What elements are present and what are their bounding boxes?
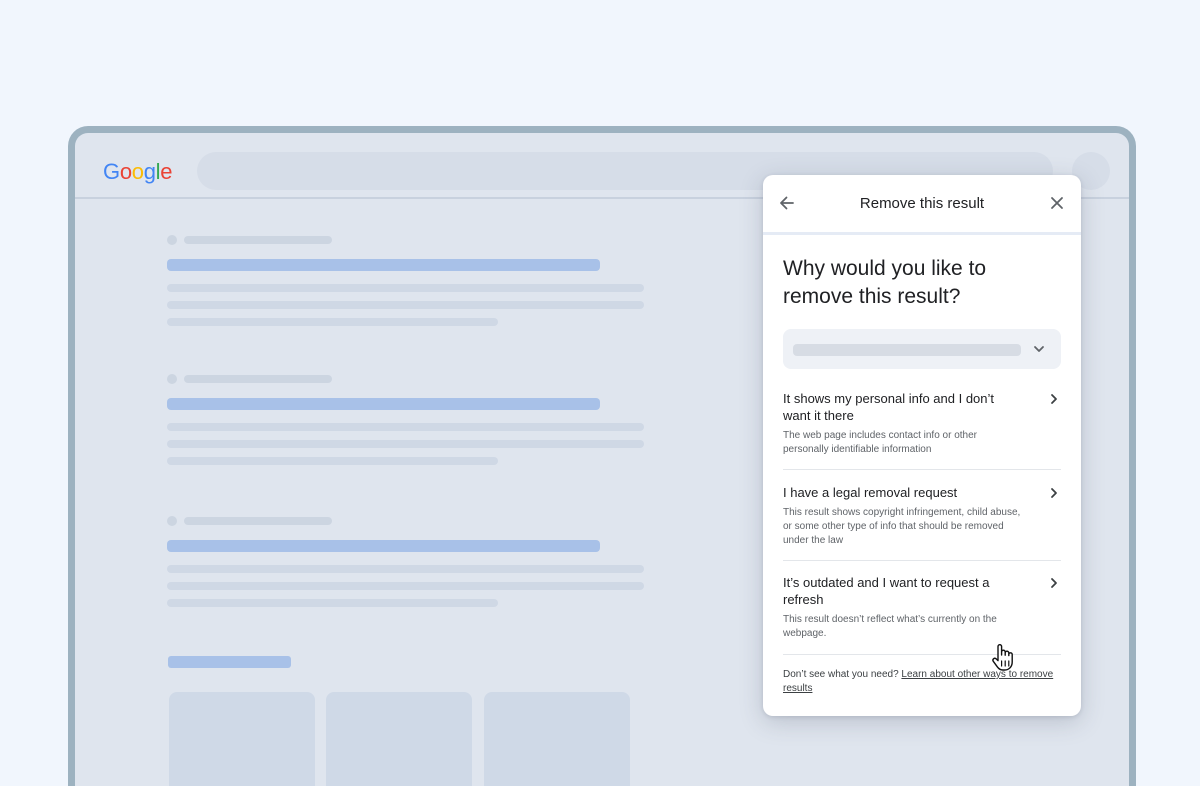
result-snippet-placeholder xyxy=(167,423,644,431)
logo-letter: o xyxy=(131,159,144,184)
result-snippet-placeholder xyxy=(167,599,498,607)
close-icon xyxy=(1051,197,1063,209)
result-favicon xyxy=(167,235,177,245)
logo-letter: e xyxy=(160,159,173,184)
reason-dropdown[interactable] xyxy=(783,329,1061,369)
divider xyxy=(783,469,1061,470)
option-title: It shows my personal info and I don’t wa… xyxy=(783,391,995,423)
arrow-left-icon xyxy=(780,196,794,210)
result-snippet-placeholder xyxy=(167,565,644,573)
dialog-question: Why would you like to remove this result… xyxy=(783,257,987,308)
option-description: This result doesn’t reflect what’s curre… xyxy=(783,614,997,639)
footer-text: Don’t see what you need? xyxy=(783,669,902,680)
result-card[interactable] xyxy=(326,692,472,786)
result-url-placeholder xyxy=(184,236,332,244)
result-snippet-placeholder xyxy=(167,284,644,292)
dropdown-value-placeholder xyxy=(793,344,1021,356)
result-title-placeholder[interactable] xyxy=(167,540,600,552)
option-personal-info[interactable]: It shows my personal info and I don’t wa… xyxy=(783,390,1061,457)
result-snippet-placeholder xyxy=(167,440,644,448)
chevron-right-icon xyxy=(1051,488,1057,498)
chevron-right-icon xyxy=(1051,394,1057,404)
option-title: It’s outdated and I want to request a re… xyxy=(783,575,990,607)
chevron-down-icon xyxy=(1034,346,1044,352)
option-legal-removal[interactable]: I have a legal removal request This resu… xyxy=(783,484,1061,548)
result-snippet-placeholder xyxy=(167,318,498,326)
result-favicon xyxy=(167,374,177,384)
option-description: The web page includes contact info or ot… xyxy=(783,430,978,455)
google-logo[interactable]: Google xyxy=(103,159,172,185)
result-snippet-placeholder xyxy=(167,457,498,465)
divider xyxy=(783,560,1061,561)
result-favicon xyxy=(167,516,177,526)
result-snippet-placeholder xyxy=(167,301,644,309)
result-url-placeholder xyxy=(184,375,332,383)
option-outdated-refresh[interactable]: It’s outdated and I want to request a re… xyxy=(783,574,1061,641)
back-button[interactable] xyxy=(777,193,797,213)
result-url-placeholder xyxy=(184,517,332,525)
dialog-header: Remove this result xyxy=(763,175,1081,235)
logo-letter: G xyxy=(103,159,120,184)
chevron-right-icon xyxy=(1051,578,1057,588)
result-card[interactable] xyxy=(169,692,315,786)
logo-letter: o xyxy=(119,159,132,184)
remove-result-dialog: Remove this result Why would you like to… xyxy=(763,175,1081,716)
result-card[interactable] xyxy=(484,692,630,786)
result-title-placeholder[interactable] xyxy=(167,398,600,410)
logo-letter: g xyxy=(143,159,156,184)
option-title: I have a legal removal request xyxy=(783,485,958,500)
result-title-placeholder[interactable] xyxy=(167,259,600,271)
section-heading-placeholder xyxy=(168,656,291,668)
divider xyxy=(783,654,1061,655)
close-button[interactable] xyxy=(1047,193,1067,213)
option-description: This result shows copyright infringement… xyxy=(783,507,1021,546)
dialog-footer: Don’t see what you need? Learn about oth… xyxy=(783,668,1065,696)
dialog-title: Remove this result xyxy=(859,195,985,212)
result-snippet-placeholder xyxy=(167,582,644,590)
hand-pointer-icon xyxy=(992,644,1013,671)
